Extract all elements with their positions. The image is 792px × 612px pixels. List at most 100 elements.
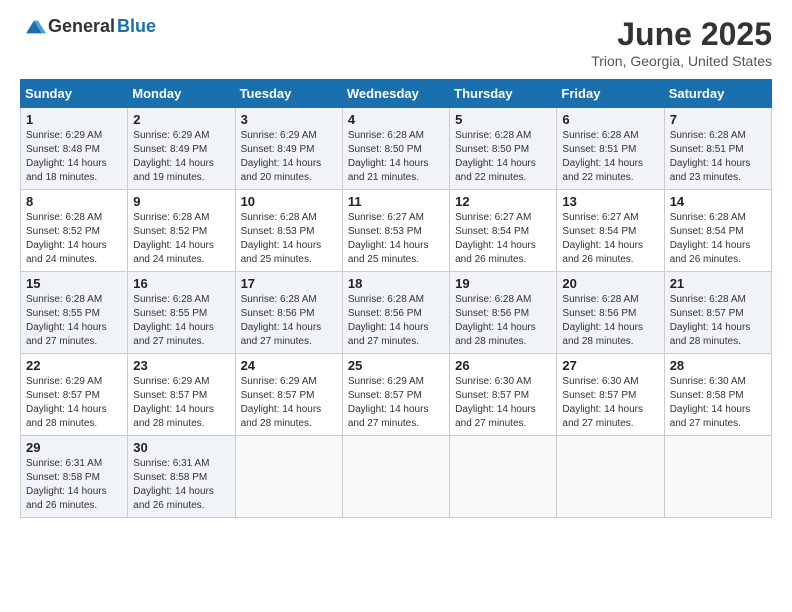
day-info: Sunrise: 6:29 AM Sunset: 8:57 PM Dayligh…	[241, 375, 337, 431]
day-info: Sunrise: 6:28 AM Sunset: 8:56 PM Dayligh…	[455, 293, 551, 349]
calendar-day-cell: 14 Sunrise: 6:28 AM Sunset: 8:54 PM Dayli…	[664, 190, 771, 272]
calendar-day-cell	[342, 436, 449, 518]
day-info: Sunrise: 6:28 AM Sunset: 8:51 PM Dayligh…	[670, 129, 766, 185]
logo: General Blue	[20, 16, 156, 37]
day-info: Sunrise: 6:30 AM Sunset: 8:57 PM Dayligh…	[455, 375, 551, 431]
calendar-day-cell: 10 Sunrise: 6:28 AM Sunset: 8:53 PM Dayli…	[235, 190, 342, 272]
day-info: Sunrise: 6:30 AM Sunset: 8:58 PM Dayligh…	[670, 375, 766, 431]
day-number: 10	[241, 194, 337, 209]
day-number: 30	[133, 440, 229, 455]
day-number: 26	[455, 358, 551, 373]
day-info: Sunrise: 6:28 AM Sunset: 8:50 PM Dayligh…	[348, 129, 444, 185]
calendar-header-cell: Sunday	[21, 80, 128, 108]
day-number: 24	[241, 358, 337, 373]
calendar-header-cell: Thursday	[450, 80, 557, 108]
calendar-day-cell: 19 Sunrise: 6:28 AM Sunset: 8:56 PM Dayli…	[450, 272, 557, 354]
day-info: Sunrise: 6:29 AM Sunset: 8:48 PM Dayligh…	[26, 129, 122, 185]
calendar-day-cell: 17Sunrise: 6:28 AM Sunset: 8:56 PM Dayli…	[235, 272, 342, 354]
location-title: Trion, Georgia, United States	[591, 53, 772, 69]
day-number: 11	[348, 194, 444, 209]
day-number: 23	[133, 358, 229, 373]
day-number: 5	[455, 112, 551, 127]
title-area: June 2025 Trion, Georgia, United States	[591, 16, 772, 69]
calendar-day-cell: 6Sunrise: 6:28 AM Sunset: 8:51 PM Daylig…	[557, 108, 664, 190]
calendar-day-cell	[664, 436, 771, 518]
day-info: Sunrise: 6:31 AM Sunset: 8:58 PM Dayligh…	[133, 457, 229, 513]
day-info: Sunrise: 6:31 AM Sunset: 8:58 PM Dayligh…	[26, 457, 122, 513]
day-info: Sunrise: 6:28 AM Sunset: 8:55 PM Dayligh…	[133, 293, 229, 349]
logo-general-text: General	[48, 16, 115, 37]
day-number: 4	[348, 112, 444, 127]
calendar-header-cell: Saturday	[664, 80, 771, 108]
day-number: 15	[26, 276, 122, 291]
calendar-week-row: 1Sunrise: 6:29 AM Sunset: 8:48 PM Daylig…	[21, 108, 772, 190]
day-info: Sunrise: 6:29 AM Sunset: 8:57 PM Dayligh…	[26, 375, 122, 431]
calendar-week-row: 8Sunrise: 6:28 AM Sunset: 8:52 PM Daylig…	[21, 190, 772, 272]
day-info: Sunrise: 6:28 AM Sunset: 8:54 PM Dayligh…	[670, 211, 766, 267]
day-info: Sunrise: 6:28 AM Sunset: 8:51 PM Dayligh…	[562, 129, 658, 185]
calendar-day-cell: 29 Sunrise: 6:31 AM Sunset: 8:58 PM Dayli…	[21, 436, 128, 518]
logo-blue-text: Blue	[117, 16, 156, 37]
calendar-day-cell: 11 Sunrise: 6:27 AM Sunset: 8:53 PM Dayli…	[342, 190, 449, 272]
day-number: 16	[133, 276, 229, 291]
day-info: Sunrise: 6:29 AM Sunset: 8:57 PM Dayligh…	[348, 375, 444, 431]
day-number: 27	[562, 358, 658, 373]
day-number: 20	[562, 276, 658, 291]
day-info: Sunrise: 6:27 AM Sunset: 8:53 PM Dayligh…	[348, 211, 444, 267]
calendar-day-cell	[450, 436, 557, 518]
calendar-header-row: SundayMondayTuesdayWednesdayThursdayFrid…	[21, 80, 772, 108]
calendar-header-cell: Wednesday	[342, 80, 449, 108]
calendar-day-cell: 3Sunrise: 6:29 AM Sunset: 8:49 PM Daylig…	[235, 108, 342, 190]
day-info: Sunrise: 6:28 AM Sunset: 8:56 PM Dayligh…	[348, 293, 444, 349]
day-number: 19	[455, 276, 551, 291]
calendar-day-cell: 9Sunrise: 6:28 AM Sunset: 8:52 PM Daylig…	[128, 190, 235, 272]
day-info: Sunrise: 6:29 AM Sunset: 8:49 PM Dayligh…	[133, 129, 229, 185]
calendar-body: 1Sunrise: 6:29 AM Sunset: 8:48 PM Daylig…	[21, 108, 772, 518]
day-number: 7	[670, 112, 766, 127]
calendar-day-cell: 20Sunrise: 6:28 AM Sunset: 8:56 PM Dayli…	[557, 272, 664, 354]
day-number: 12	[455, 194, 551, 209]
calendar-header-cell: Friday	[557, 80, 664, 108]
calendar-day-cell: 22 Sunrise: 6:29 AM Sunset: 8:57 PM Dayli…	[21, 354, 128, 436]
day-info: Sunrise: 6:29 AM Sunset: 8:57 PM Dayligh…	[133, 375, 229, 431]
day-number: 22	[26, 358, 122, 373]
day-info: Sunrise: 6:28 AM Sunset: 8:56 PM Dayligh…	[241, 293, 337, 349]
calendar-day-cell: 12Sunrise: 6:27 AM Sunset: 8:54 PM Dayli…	[450, 190, 557, 272]
day-number: 13	[562, 194, 658, 209]
calendar-day-cell: 26 Sunrise: 6:30 AM Sunset: 8:57 PM Dayli…	[450, 354, 557, 436]
day-number: 25	[348, 358, 444, 373]
calendar-day-cell: 13Sunrise: 6:27 AM Sunset: 8:54 PM Dayli…	[557, 190, 664, 272]
calendar-header-cell: Tuesday	[235, 80, 342, 108]
calendar-day-cell: 16 Sunrise: 6:28 AM Sunset: 8:55 PM Dayli…	[128, 272, 235, 354]
calendar-week-row: 29 Sunrise: 6:31 AM Sunset: 8:58 PM Dayli…	[21, 436, 772, 518]
day-number: 2	[133, 112, 229, 127]
calendar-day-cell: 30 Sunrise: 6:31 AM Sunset: 8:58 PM Dayli…	[128, 436, 235, 518]
calendar-day-cell: 27 Sunrise: 6:30 AM Sunset: 8:57 PM Dayli…	[557, 354, 664, 436]
day-info: Sunrise: 6:28 AM Sunset: 8:53 PM Dayligh…	[241, 211, 337, 267]
calendar-day-cell: 21Sunrise: 6:28 AM Sunset: 8:57 PM Dayli…	[664, 272, 771, 354]
calendar-day-cell: 24 Sunrise: 6:29 AM Sunset: 8:57 PM Dayli…	[235, 354, 342, 436]
calendar-day-cell: 7 Sunrise: 6:28 AM Sunset: 8:51 PM Daylig…	[664, 108, 771, 190]
calendar-day-cell: 18Sunrise: 6:28 AM Sunset: 8:56 PM Dayli…	[342, 272, 449, 354]
month-title: June 2025	[591, 16, 772, 53]
calendar-day-cell: 23 Sunrise: 6:29 AM Sunset: 8:57 PM Dayli…	[128, 354, 235, 436]
calendar-day-cell: 15Sunrise: 6:28 AM Sunset: 8:55 PM Dayli…	[21, 272, 128, 354]
day-number: 29	[26, 440, 122, 455]
calendar: SundayMondayTuesdayWednesdayThursdayFrid…	[20, 79, 772, 518]
calendar-day-cell	[235, 436, 342, 518]
day-number: 9	[133, 194, 229, 209]
calendar-day-cell	[557, 436, 664, 518]
calendar-day-cell: 28 Sunrise: 6:30 AM Sunset: 8:58 PM Dayli…	[664, 354, 771, 436]
day-info: Sunrise: 6:28 AM Sunset: 8:57 PM Dayligh…	[670, 293, 766, 349]
day-number: 14	[670, 194, 766, 209]
calendar-day-cell: 8Sunrise: 6:28 AM Sunset: 8:52 PM Daylig…	[21, 190, 128, 272]
day-info: Sunrise: 6:28 AM Sunset: 8:50 PM Dayligh…	[455, 129, 551, 185]
calendar-day-cell: 2 Sunrise: 6:29 AM Sunset: 8:49 PM Daylig…	[128, 108, 235, 190]
logo-icon	[22, 17, 46, 37]
day-number: 28	[670, 358, 766, 373]
day-info: Sunrise: 6:30 AM Sunset: 8:57 PM Dayligh…	[562, 375, 658, 431]
calendar-header-cell: Monday	[128, 80, 235, 108]
calendar-day-cell: 5 Sunrise: 6:28 AM Sunset: 8:50 PM Daylig…	[450, 108, 557, 190]
day-number: 8	[26, 194, 122, 209]
day-number: 3	[241, 112, 337, 127]
